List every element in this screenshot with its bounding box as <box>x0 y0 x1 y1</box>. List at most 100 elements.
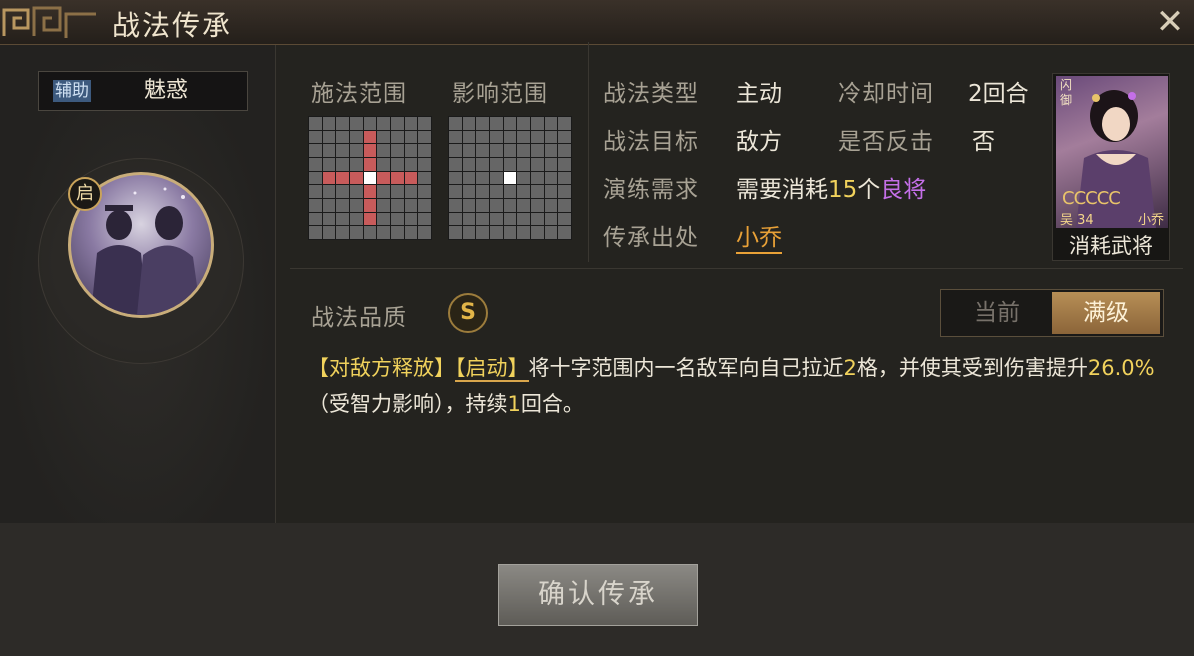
grid-cell <box>462 171 476 185</box>
grid-cell <box>449 171 462 185</box>
grid-cell <box>418 226 431 239</box>
cast-range-label: 施法范围 <box>311 81 407 107</box>
grid-cell <box>322 117 336 130</box>
grid-cell <box>336 185 349 198</box>
grid-cell <box>377 212 390 226</box>
grid-cell <box>449 185 462 198</box>
grid-cell <box>336 171 349 185</box>
grid-cell <box>531 199 544 212</box>
grid-cell <box>391 117 404 130</box>
general-stars: CCCCC <box>1062 188 1121 209</box>
general-portrait: 闪 御 CCCCC 吴 34 小乔 <box>1056 76 1168 228</box>
grid-cell <box>322 144 336 157</box>
confirm-inherit-button[interactable]: 确认传承 <box>498 564 698 626</box>
grid-cell <box>363 199 377 212</box>
grid-cell <box>490 212 503 226</box>
grid-cell <box>363 171 377 185</box>
grid-cell <box>350 171 363 185</box>
grid-cell <box>377 226 390 239</box>
grid-cell <box>517 130 530 144</box>
grid-cell <box>377 199 390 212</box>
grid-cell <box>462 158 476 171</box>
grid-cell <box>391 185 404 198</box>
grid-cell <box>476 226 489 239</box>
grid-cell <box>336 158 349 171</box>
grid-cell <box>309 158 322 171</box>
grid-cell <box>418 158 431 171</box>
grid-cell <box>490 158 503 171</box>
cooldown-label: 冷却时间 <box>838 81 934 107</box>
grid-cell <box>544 171 558 185</box>
desc-num2: 26.0% <box>1087 356 1155 380</box>
general-card[interactable]: 闪 御 CCCCC 吴 34 小乔 消耗武将 <box>1052 73 1170 261</box>
desc-text2: 格，并使其受到伤害提升 <box>856 356 1088 380</box>
grid-cell <box>363 117 377 130</box>
general-level: 34 <box>1077 213 1094 228</box>
grid-cell <box>531 130 544 144</box>
grid-cell <box>309 171 322 185</box>
skill-target-value: 敌方 <box>736 129 782 155</box>
grid-cell <box>322 171 336 185</box>
grid-cell <box>322 158 336 171</box>
grid-cell <box>517 199 530 212</box>
grid-cell <box>476 171 489 185</box>
quality-grade-badge: S <box>448 293 488 333</box>
toggle-max-button[interactable]: 满级 <box>1052 292 1160 334</box>
grid-cell <box>391 226 404 239</box>
grid-cell <box>531 144 544 157</box>
grid-cell <box>363 185 377 198</box>
grid-cell <box>462 144 476 157</box>
grid-cell <box>309 130 322 144</box>
grid-cell <box>309 185 322 198</box>
effect-range-grid <box>448 116 572 240</box>
general-name: 小乔 <box>1137 213 1164 228</box>
skill-description: 【对敌方释放】【启动】将十字范围内一名敌军向自己拉近2格，并使其受到伤害提升26… <box>308 350 1158 422</box>
grid-cell <box>462 226 476 239</box>
fret-ornament-icon <box>2 6 96 38</box>
counter-value: 否 <box>972 129 995 155</box>
desc-num3: 1 <box>507 392 521 416</box>
desc-tag-trigger: 【启动】 <box>455 356 529 382</box>
general-meta: 吴 34 小乔 <box>1060 209 1164 228</box>
grid-cell <box>350 199 363 212</box>
general-footer-label: 消耗武将 <box>1069 234 1153 258</box>
grid-cell <box>503 130 517 144</box>
grid-cell <box>404 185 418 198</box>
grid-cell <box>377 158 390 171</box>
grid-cell <box>476 144 489 157</box>
grid-cell <box>350 117 363 130</box>
grid-cell <box>476 185 489 198</box>
grid-cell <box>544 199 558 212</box>
grid-cell <box>418 212 431 226</box>
grid-cell <box>336 199 349 212</box>
close-icon[interactable]: ✕ <box>1152 4 1188 40</box>
grid-cell <box>558 130 571 144</box>
source-link[interactable]: 小乔 <box>736 218 782 254</box>
desc-tag-target: 【对敌方释放】 <box>308 356 455 380</box>
grid-cell <box>517 158 530 171</box>
grid-cell <box>404 117 418 130</box>
grid-cell <box>322 130 336 144</box>
grid-cell <box>404 199 418 212</box>
grid-cell <box>544 117 558 130</box>
title-bar: 战法传承 ✕ <box>0 0 1194 45</box>
grid-cell <box>503 158 517 171</box>
grid-cell <box>490 117 503 130</box>
toggle-current-button[interactable]: 当前 <box>943 292 1051 334</box>
grid-cell <box>418 199 431 212</box>
grid-cell <box>404 171 418 185</box>
grid-cell <box>558 226 571 239</box>
grid-cell <box>449 117 462 130</box>
grid-cell <box>449 130 462 144</box>
grid-cell <box>336 144 349 157</box>
grid-cell <box>418 117 431 130</box>
grid-cell <box>490 144 503 157</box>
window-title: 战法传承 <box>112 9 233 42</box>
grid-cell <box>449 158 462 171</box>
skill-name: 魅惑 <box>144 78 189 103</box>
grid-cell <box>363 226 377 239</box>
cast-range-grid <box>308 116 432 240</box>
counter-label: 是否反击 <box>838 129 934 155</box>
grid-cell <box>517 226 530 239</box>
grid-cell <box>558 212 571 226</box>
